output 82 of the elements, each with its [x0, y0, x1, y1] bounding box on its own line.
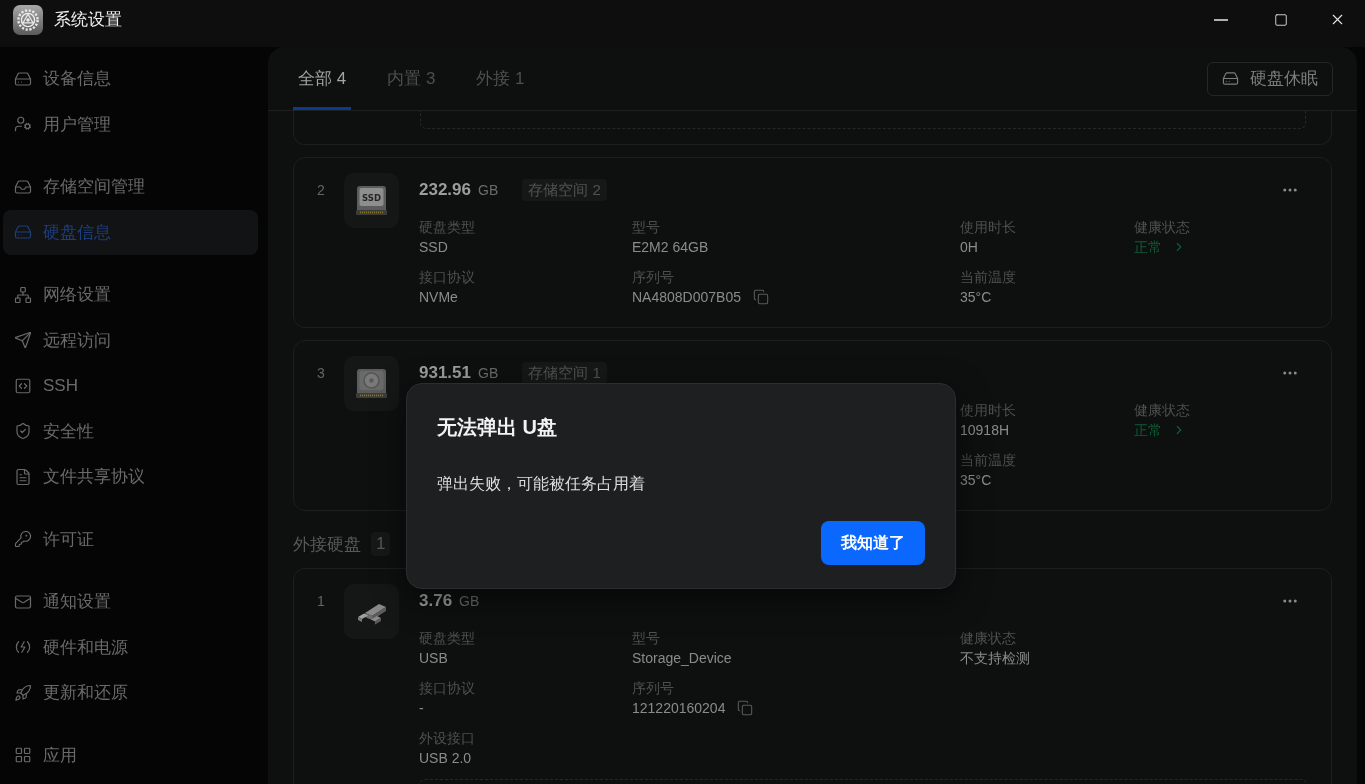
- field-label: 健康状态: [960, 629, 1016, 648]
- capacity-value: 3.76: [419, 591, 453, 611]
- field-label: 序列号: [632, 268, 674, 287]
- confirm-button[interactable]: 我知道了: [821, 521, 925, 565]
- field-label: 使用时长: [960, 218, 1016, 237]
- count-badge: 1: [371, 532, 391, 556]
- field-label: 健康状态: [1134, 218, 1190, 237]
- code-icon: [14, 376, 32, 395]
- capacity-value: 232.96: [419, 180, 471, 200]
- field-value: SSD: [419, 238, 448, 257]
- tab[interactable]: 外接 1: [471, 47, 530, 110]
- minimize-icon: [1214, 18, 1228, 21]
- dialog-message: 弹出失败，可能被任务占用着: [437, 474, 645, 494]
- sidebar-item[interactable]: 远程访问: [3, 317, 258, 363]
- disk-index: 3: [317, 364, 326, 383]
- sidebar-item[interactable]: 网络设置: [3, 272, 258, 318]
- tab[interactable]: 全部 4: [293, 47, 352, 110]
- capacity-unit: GB: [459, 592, 480, 611]
- hard-drive-icon: [1222, 70, 1239, 87]
- field-label: 型号: [632, 218, 660, 237]
- sidebar-item[interactable]: SSH: [3, 363, 258, 409]
- storage-pool-tag: 存储空间 2: [522, 179, 607, 201]
- sidebar-item[interactable]: 文件共享协议: [3, 454, 258, 500]
- mail-icon: [14, 592, 32, 611]
- sidebar-item[interactable]: 应用: [3, 732, 258, 778]
- user-gear-icon: [14, 115, 32, 134]
- field-value: Storage_Device: [632, 649, 732, 668]
- hard-drive-icon: [14, 69, 32, 88]
- sidebar-item[interactable]: 安全性: [3, 408, 258, 454]
- field-label: 序列号: [632, 679, 674, 698]
- sidebar-item[interactable]: 硬件和电源: [3, 624, 258, 670]
- disk-index: 1: [317, 592, 326, 611]
- disk-sleep-button[interactable]: 硬盘休眠: [1207, 61, 1333, 96]
- field-value: NVMe: [419, 288, 458, 307]
- field-value: E2M2 64GB: [632, 238, 709, 257]
- maximize-icon: [1274, 12, 1288, 27]
- field-label: 硬盘类型: [419, 629, 475, 648]
- field-value: 10918H: [960, 421, 1010, 440]
- field-label: 硬盘类型: [419, 218, 475, 237]
- key-icon: [14, 530, 32, 549]
- health-status-link[interactable]: 正常: [1134, 420, 1186, 440]
- usb-stick-icon: [344, 584, 399, 639]
- sidebar-item[interactable]: 更新和还原: [3, 670, 258, 716]
- rocket-icon: [14, 683, 32, 702]
- field-value: 121220160204: [632, 699, 726, 718]
- sidebar-item[interactable]: 用户管理: [3, 101, 258, 147]
- paper-plane-icon: [14, 331, 32, 350]
- copy-icon[interactable]: [737, 700, 754, 716]
- window-title: 系统设置: [54, 9, 122, 31]
- grid-icon: [14, 746, 32, 765]
- field-label: 健康状态: [1134, 401, 1190, 420]
- tab[interactable]: 内置 3: [382, 47, 441, 110]
- copy-icon[interactable]: [753, 289, 769, 305]
- inbox-icon: [14, 177, 32, 196]
- dialog-title: 无法弹出 U盘: [437, 415, 557, 440]
- field-label: 型号: [632, 629, 660, 648]
- shield-check-icon: [14, 422, 32, 441]
- field-value: NA4808D007B05: [632, 288, 741, 307]
- field-value: -: [419, 699, 424, 718]
- field-label: 当前温度: [960, 268, 1016, 287]
- field-value: 35°C: [960, 288, 992, 307]
- sidebar-item[interactable]: 通知设置: [3, 579, 258, 625]
- capacity-unit: GB: [478, 181, 499, 200]
- capacity-unit: GB: [478, 364, 499, 383]
- ssd-drive-icon: SSD: [344, 173, 399, 228]
- sidebar-item[interactable]: 设备信息: [3, 56, 258, 102]
- field-value: USB 2.0: [419, 749, 472, 768]
- document-icon: [14, 467, 32, 486]
- sidebar-item[interactable]: 许可证: [3, 516, 258, 562]
- field-label: 使用时长: [960, 401, 1016, 420]
- network-icon: [14, 285, 32, 304]
- capacity-value: 931.51: [419, 363, 471, 383]
- field-value: 0H: [960, 238, 978, 257]
- hard-drive-icon: [14, 223, 32, 242]
- gear-app-icon: [13, 4, 43, 35]
- field-value: USB: [419, 649, 448, 668]
- disk-index: 2: [317, 181, 326, 200]
- field-value: 35°C: [960, 471, 992, 490]
- sidebar-item[interactable]: 存储空间管理: [3, 164, 258, 210]
- health-status: 不支持检测: [960, 649, 1030, 668]
- health-status-link[interactable]: 正常: [1134, 237, 1186, 257]
- section-title: 外接硬盘: [293, 533, 361, 556]
